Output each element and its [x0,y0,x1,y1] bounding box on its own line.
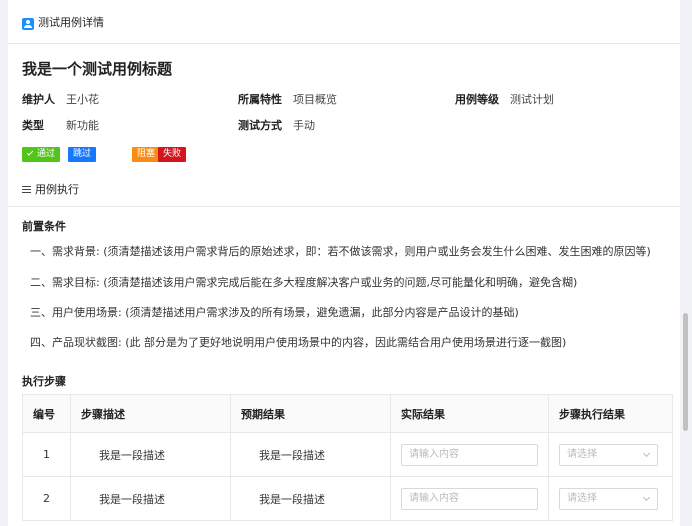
step-result-cell: 请选择 [548,432,673,477]
type-label: 类型 [22,119,44,132]
user-case-icon [22,18,34,30]
precondition-title: 前置条件 [22,220,66,233]
step-expected: 我是一段描述 [230,432,391,477]
page-header: 测试用例详情 [8,0,688,44]
status-tag-pass-label: 通过 [37,149,56,159]
actual-result-input[interactable]: 请输入内容 [401,487,538,510]
status-tag-block[interactable]: 阻塞 [132,147,161,162]
step-result-select[interactable]: 请选择 [559,487,658,510]
step-expected: 我是一段描述 [230,476,391,521]
scrollbar-thumb[interactable] [683,313,688,431]
level-value: 测试计划 [510,93,554,106]
step-desc: 我是一段描述 [70,432,231,477]
step-result-placeholder: 请选择 [567,492,597,504]
check-icon [26,149,34,156]
table-row: 2 我是一段描述 我是一段描述 请输入内容 请选择 [22,476,673,521]
case-title: 我是一个测试用例标题 [22,60,173,78]
owner-label: 维护人 [22,93,55,106]
page-header-title: 测试用例详情 [38,16,104,29]
owner-value: 王小花 [66,93,99,106]
method-value: 手动 [293,119,315,132]
precondition-item: 一、需求背景: (须清楚描述该用户需求背后的原始述求，即：若不做该需求，则用户或… [30,245,651,258]
col-header-desc: 步骤描述 [70,394,231,433]
step-desc: 我是一段描述 [70,476,231,521]
col-header-expected: 预期结果 [230,394,391,433]
status-tag-pass[interactable]: 通过 [22,147,61,162]
step-result-cell: 请选择 [548,476,673,521]
type-value: 新功能 [66,119,99,132]
status-tag-skip[interactable]: 跳过 [68,147,97,162]
steps-title: 执行步骤 [22,375,66,388]
chevron-down-icon [642,493,651,501]
step-no: 1 [22,432,71,477]
level-label: 用例等级 [455,93,499,106]
col-header-no: 编号 [22,394,71,433]
case-exec-section-title: 用例执行 [22,183,79,197]
attr-value: 项目概览 [293,93,337,106]
step-actual-cell: 请输入内容 [390,432,549,477]
attr-label: 所属特性 [238,93,282,106]
precondition-item: 四、产品现状截图: (此 部分是为了更好地说明用户使用场景中的内容，因此需结合用… [30,336,567,349]
case-exec-title-text: 用例执行 [35,183,79,196]
section-divider [8,206,688,207]
case-detail-panel: 测试用例详情 我是一个测试用例标题 维护人 王小花 所属特性 项目概览 用例等级… [8,0,688,526]
list-icon [22,186,31,193]
step-no: 2 [22,476,71,521]
actual-result-input[interactable]: 请输入内容 [401,443,538,466]
status-tag-fail[interactable]: 失败 [158,147,187,162]
step-actual-cell: 请输入内容 [390,476,549,521]
step-result-select[interactable]: 请选择 [559,443,658,466]
step-result-placeholder: 请选择 [567,448,597,460]
col-header-actual: 实际结果 [390,394,549,433]
chevron-down-icon [642,449,651,457]
steps-table: 编号 步骤描述 预期结果 实际结果 步骤执行结果 1 我是一段描述 我是一段描述… [22,394,673,521]
col-header-result: 步骤执行结果 [548,394,673,433]
scrollbar-track[interactable] [680,0,692,526]
precondition-item: 三、用户使用场景: (须清楚描述用户需求涉及的所有场景，避免遗漏，此部分内容是产… [30,306,519,319]
table-row: 1 我是一段描述 我是一段描述 请输入内容 请选择 [22,432,673,477]
method-label: 测试方式 [238,119,282,132]
table-header-row: 编号 步骤描述 预期结果 实际结果 步骤执行结果 [22,394,673,433]
precondition-item: 二、需求目标: (须清楚描述该用户需求完成后能在多大程度解决客户或业务的问题,尽… [30,276,578,289]
